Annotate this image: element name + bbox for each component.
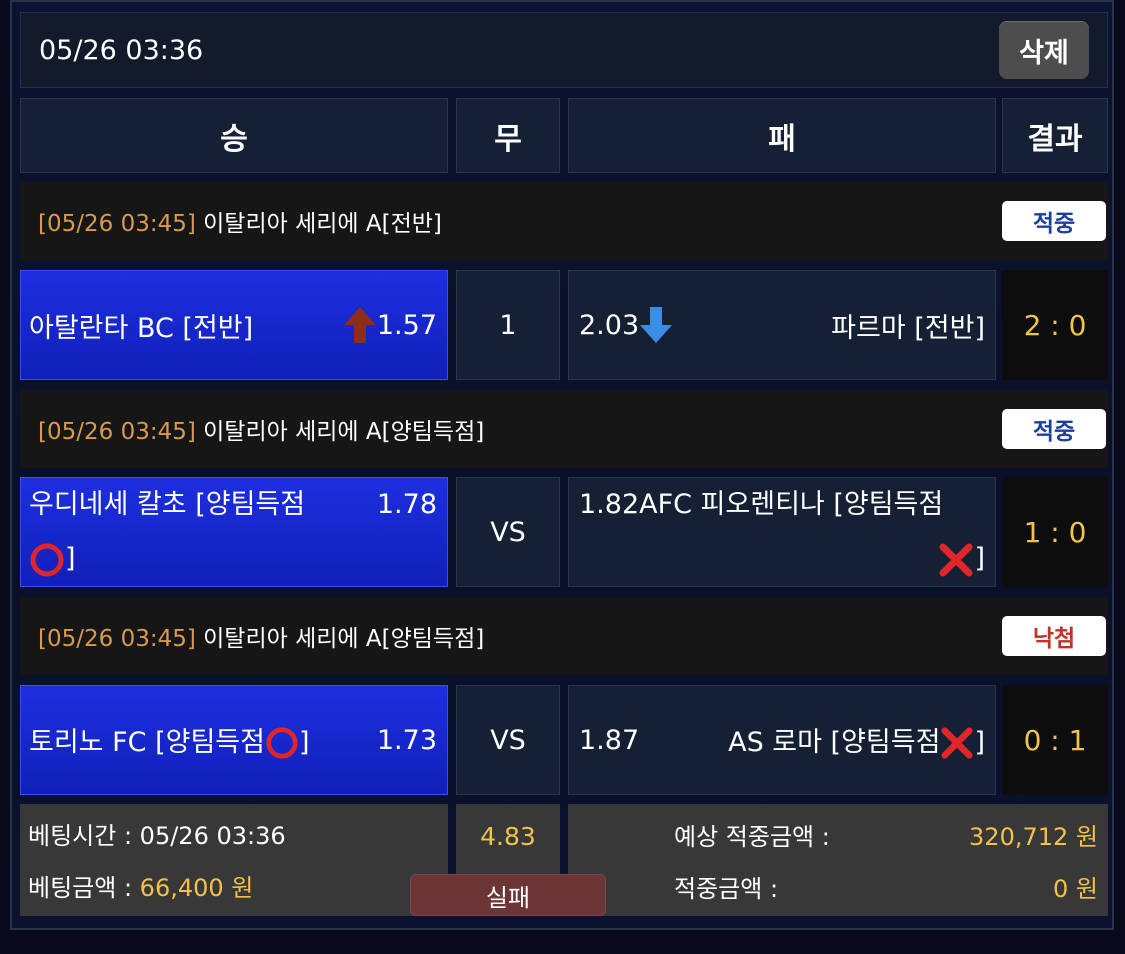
league-time: [05/26 03:45] — [38, 419, 196, 445]
circle-icon — [266, 727, 298, 759]
status-badge: 적중 — [1002, 409, 1106, 449]
league-title: [05/26 03:45] 이탈리아 세리에 A[양팀득점] — [38, 412, 484, 446]
bet-slip-header: 05/26 03:36 삭제 — [20, 12, 1108, 88]
league-row: [05/26 03:45] 이탈리아 세리에 A[양팀득점] 적중 — [20, 390, 1108, 468]
bet-amount-label: 베팅금액 : — [28, 874, 140, 902]
home-odds: 1.78 — [376, 489, 437, 520]
away-team-text: AFC 피오렌티나 [양팀득점 — [639, 489, 944, 520]
home-team-name-line2: ] — [29, 532, 377, 586]
home-team-text: 토리노 FC [양팀득점 — [29, 726, 265, 758]
away-team-text: AS 로마 [양팀득점 — [728, 726, 941, 758]
home-team-cell[interactable]: 우디네세 칼초 [양팀득점 ] 1.78 — [20, 477, 448, 587]
win-amount-row: 적중금액 : 0 원 — [568, 864, 1108, 908]
bet-amount-row: 베팅금액 : 66,400 원 — [28, 866, 448, 918]
away-team-cell[interactable]: 1.82AFC 피오렌티나 [양팀득점 ] — [568, 477, 996, 587]
away-team-name: 1.82AFC 피오렌티나 [양팀득점 ] — [579, 478, 985, 586]
home-team-name: 우디네세 칼초 [양팀득점 ] — [29, 478, 377, 586]
bracket-close: ] — [974, 726, 985, 758]
win-amount-value: 0 원 — [1053, 874, 1098, 903]
expected-payout-label: 예상 적중금액 : — [674, 822, 830, 851]
column-header-win: 승 — [20, 98, 448, 173]
score: 1 : 0 — [1023, 515, 1087, 549]
draw-value: VS — [490, 724, 526, 756]
away-odds: 2.03 — [579, 309, 640, 341]
score-cell: 0 : 1 — [1002, 685, 1108, 795]
draw-value: VS — [490, 516, 526, 548]
score-cell: 2 : 0 — [1002, 270, 1108, 380]
league-name: 이탈리아 세리에 A[양팀득점] — [195, 419, 485, 445]
bracket-close: ] — [65, 543, 76, 574]
away-team-name-line2: ] — [579, 532, 985, 586]
home-team-cell[interactable]: 아탈란타 BC [전반] 1.57 — [20, 270, 448, 380]
draw-cell[interactable]: VS — [456, 477, 560, 587]
away-team-cell[interactable]: 1.87 AS 로마 [양팀득점] — [568, 685, 996, 795]
down-arrow-icon — [640, 307, 673, 343]
bracket-close: ] — [974, 543, 985, 574]
status-badge: 적중 — [1002, 201, 1106, 241]
up-arrow-icon — [343, 307, 376, 343]
bet-amount-value: 66,400 원 — [139, 874, 254, 902]
home-team-name: 아탈란타 BC [전반] — [29, 312, 254, 344]
column-header-result: 결과 — [1002, 98, 1108, 173]
score: 0 : 1 — [1023, 723, 1087, 757]
league-title: [05/26 03:45] 이탈리아 세리에 A[전반] — [38, 204, 442, 238]
league-title: [05/26 03:45] 이탈리아 세리에 A[양팀득점] — [38, 619, 484, 653]
league-row: [05/26 03:45] 이탈리아 세리에 A[양팀득점] 낙첨 — [20, 597, 1108, 675]
bet-info-panel: 베팅시간 : 05/26 03:36 베팅금액 : 66,400 원 — [20, 804, 448, 916]
x-icon — [941, 727, 974, 759]
x-icon — [939, 543, 973, 576]
draw-cell[interactable]: VS — [456, 685, 560, 795]
bet-time-value: 05/26 03:36 — [139, 822, 286, 850]
home-team-name-line1: 우디네세 칼초 [양팀득점 — [29, 489, 306, 520]
away-team-cell[interactable]: 2.03 파르마 [전반] — [568, 270, 996, 380]
away-odds: 1.87 — [579, 724, 640, 756]
bet-time-row: 베팅시간 : 05/26 03:36 — [28, 814, 448, 866]
league-time: [05/26 03:45] — [38, 211, 196, 237]
league-time: [05/26 03:45] — [38, 626, 196, 652]
away-team-name: AS 로마 [양팀득점] — [639, 720, 985, 761]
home-team-cell[interactable]: 토리노 FC [양팀득점] 1.73 — [20, 685, 448, 795]
score-cell: 1 : 0 — [1002, 477, 1108, 587]
win-amount-label: 적중금액 : — [674, 874, 779, 903]
bracket-close: ] — [298, 726, 310, 758]
league-name: 이탈리아 세리에 A[양팀득점] — [195, 626, 485, 652]
league-name: 이탈리아 세리에 A[전반] — [195, 211, 442, 237]
score: 2 : 0 — [1023, 308, 1087, 342]
header-datetime: 05/26 03:36 — [39, 34, 204, 66]
away-odds: 1.82 — [579, 489, 640, 520]
status-badge: 낙첨 — [1002, 616, 1106, 656]
bet-time-label: 베팅시간 : — [28, 822, 140, 850]
home-team-name: 토리노 FC [양팀득점] — [29, 720, 377, 761]
home-odds: 1.57 — [376, 309, 437, 341]
circle-icon — [30, 543, 64, 576]
fail-status-button[interactable]: 실패 — [410, 874, 606, 916]
column-header-lose: 패 — [568, 98, 996, 173]
away-team-name-line1: 1.82AFC 피오렌티나 [양팀득점 — [579, 478, 985, 532]
league-row: [05/26 03:45] 이탈리아 세리에 A[전반] 적중 — [20, 182, 1108, 260]
delete-button[interactable]: 삭제 — [999, 21, 1089, 79]
column-header-draw: 무 — [456, 98, 560, 173]
draw-value: 1 — [499, 309, 517, 341]
away-team-name: 파르마 [전반] — [831, 312, 985, 344]
draw-cell[interactable]: 1 — [456, 270, 560, 380]
expected-payout-value: 320,712 원 — [969, 822, 1098, 851]
home-odds: 1.73 — [376, 724, 437, 756]
payout-panel: 예상 적중금액 : 320,712 원 적중금액 : 0 원 — [568, 804, 1108, 916]
expected-payout-row: 예상 적중금액 : 320,712 원 — [568, 812, 1108, 856]
